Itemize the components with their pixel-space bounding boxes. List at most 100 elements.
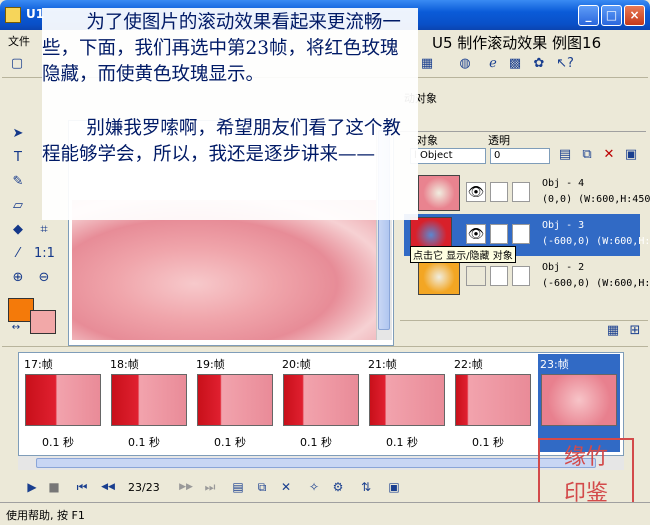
- layer-info: (-600,0) (W:600,H:: [542, 278, 650, 289]
- frame-item[interactable]: 20:帧 0.1 秒: [280, 354, 362, 452]
- gear-icon[interactable]: ✿: [530, 55, 548, 73]
- reverse-frames-icon[interactable]: ⇅: [356, 478, 376, 496]
- maximize-button[interactable]: □: [601, 5, 622, 26]
- tool-icon-a[interactable]: ▦: [418, 55, 436, 73]
- object-tool-icon[interactable]: ▦: [604, 322, 622, 340]
- frames-scroll-thumb[interactable]: [36, 458, 596, 468]
- frame-item[interactable]: 19:帧 0.1 秒: [194, 354, 276, 452]
- eye-hidden-icon[interactable]: [466, 266, 486, 286]
- lock-toggle[interactable]: [490, 266, 508, 286]
- frame-delay[interactable]: 0.1 秒: [42, 434, 74, 450]
- text-tool-icon[interactable]: T: [8, 148, 28, 168]
- fill-tool-icon[interactable]: ◆: [8, 220, 28, 240]
- swap-colors-icon[interactable]: ↔: [6, 318, 26, 338]
- frame-thumbnail: [25, 374, 101, 426]
- instruction-paragraph-1: 为了使图片的滚动效果看起来更流畅一些，下面，我们再选中第23帧，将红色玫瑰隐藏，…: [42, 12, 401, 85]
- status-bar: [0, 502, 650, 525]
- eraser-tool-icon[interactable]: ▱: [8, 196, 28, 216]
- frame-thumbnail: [111, 374, 187, 426]
- layer-color-toggle[interactable]: [512, 224, 530, 244]
- frame-thumbnail: [455, 374, 531, 426]
- frame-label: 21:帧: [368, 358, 397, 371]
- objects-panel-divider: [400, 118, 646, 132]
- background-color-swatch[interactable]: [30, 310, 56, 334]
- frame-label: 17:帧: [24, 358, 53, 371]
- layer-name: Obj - 2: [542, 262, 585, 273]
- duplicate-object-icon[interactable]: ⧉: [578, 146, 596, 164]
- frame-item[interactable]: 17:帧 0.1 秒: [22, 354, 104, 452]
- tween-icon[interactable]: ✧: [304, 478, 324, 496]
- frame-delay[interactable]: 0.1 秒: [386, 434, 418, 450]
- frame-counter: 23/23: [128, 481, 160, 494]
- layer-thumbnail: [418, 259, 460, 295]
- frame-label: 20:帧: [282, 358, 311, 371]
- crop-tool-icon[interactable]: ⌗: [34, 220, 54, 240]
- status-text: 使用帮助, 按 F1: [6, 509, 85, 522]
- delete-frame-icon[interactable]: ✕: [276, 478, 296, 496]
- layer-color-toggle[interactable]: [512, 182, 530, 202]
- frame-delay[interactable]: 0.1 秒: [214, 434, 246, 450]
- first-frame-button[interactable]: ⏮: [72, 478, 92, 496]
- opacity-label: 透明: [488, 134, 510, 147]
- add-frame-icon[interactable]: ▤: [228, 478, 248, 496]
- preview-icon[interactable]: ▣: [384, 478, 404, 496]
- delete-object-icon[interactable]: ✕: [600, 146, 618, 164]
- frame-label: 22:帧: [454, 358, 483, 371]
- frame-thumbnail: [197, 374, 273, 426]
- pointer-tool-icon[interactable]: ➤: [8, 124, 28, 144]
- play-button[interactable]: ▶: [22, 478, 42, 496]
- browser-icon[interactable]: ℯ: [484, 55, 502, 73]
- globe-icon[interactable]: ◍: [456, 55, 474, 73]
- object-select[interactable]: l Object: [410, 148, 486, 164]
- lock-toggle[interactable]: [490, 224, 508, 244]
- eyedropper-tool-icon[interactable]: ⁄: [8, 244, 28, 264]
- previous-frame-button[interactable]: ◀◀: [98, 478, 118, 496]
- minimize-button[interactable]: _: [578, 5, 599, 26]
- layer-thumbnail: [418, 175, 460, 211]
- frame-item[interactable]: 21:帧 0.1 秒: [366, 354, 448, 452]
- tooltip: 点击它 显示/隐藏 对象: [410, 246, 516, 263]
- brush-tool-icon[interactable]: ✎: [8, 172, 28, 192]
- actual-size-icon[interactable]: 1:1: [34, 244, 55, 264]
- frame-thumbnail: [283, 374, 359, 426]
- layer-color-toggle[interactable]: [512, 266, 530, 286]
- layer-name: Obj - 4: [542, 178, 585, 189]
- frame-label: 18:帧: [110, 358, 139, 371]
- frame-label: 19:帧: [196, 358, 225, 371]
- help-pointer-icon[interactable]: ↖?: [556, 55, 574, 73]
- rose-image: [72, 200, 378, 340]
- frame-delay[interactable]: 0.1 秒: [300, 434, 332, 450]
- close-button[interactable]: ×: [624, 5, 645, 26]
- object-properties-icon[interactable]: ▣: [622, 146, 640, 164]
- frame-delay[interactable]: 0.1 秒: [472, 434, 504, 450]
- last-frame-button[interactable]: ⏭: [200, 478, 220, 496]
- next-frame-button[interactable]: ▶▶: [176, 478, 196, 496]
- layer-name: Obj - 3: [542, 220, 585, 231]
- frame-label: 23:帧: [540, 358, 569, 371]
- layer-info: (0,0) (W:600,H:450: [542, 194, 650, 205]
- stop-button[interactable]: ■: [44, 478, 64, 496]
- lock-toggle[interactable]: [490, 182, 508, 202]
- frame-properties-icon[interactable]: ⚙: [328, 478, 348, 496]
- zoom-in-icon[interactable]: ⊕: [8, 268, 28, 288]
- frame-item[interactable]: 22:帧 0.1 秒: [452, 354, 534, 452]
- frame-delay[interactable]: 0.1 秒: [128, 434, 160, 450]
- layer-info: (-600,0) (W:600,H:: [542, 236, 650, 247]
- frame-item[interactable]: 18:帧 0.1 秒: [108, 354, 190, 452]
- zoom-out-icon[interactable]: ⊖: [34, 268, 54, 288]
- opacity-input[interactable]: 0: [490, 148, 550, 164]
- instruction-paragraph-2: 别嫌我罗嗦啊，希望朋友们看了这个教程能够学会，所以，我还是逐步讲来——: [42, 118, 401, 165]
- object-label: 对象: [416, 134, 438, 147]
- menu-file[interactable]: 文件: [8, 33, 30, 49]
- frame-thumbnail: [369, 374, 445, 426]
- eye-icon[interactable]: 👁: [466, 224, 486, 244]
- frame-thumbnail: [541, 374, 617, 426]
- layer-row[interactable]: 👁 Obj - 4 (0,0) (W:600,H:450: [404, 172, 650, 214]
- new-file-icon[interactable]: ▢: [8, 55, 26, 73]
- effect-icon[interactable]: ▩: [506, 55, 524, 73]
- eye-icon[interactable]: 👁: [466, 182, 486, 202]
- duplicate-frame-icon[interactable]: ⧉: [252, 478, 272, 496]
- app-icon: [5, 7, 21, 23]
- new-object-icon[interactable]: ▤: [556, 146, 574, 164]
- object-tool-icon-2[interactable]: ⊞: [626, 322, 644, 340]
